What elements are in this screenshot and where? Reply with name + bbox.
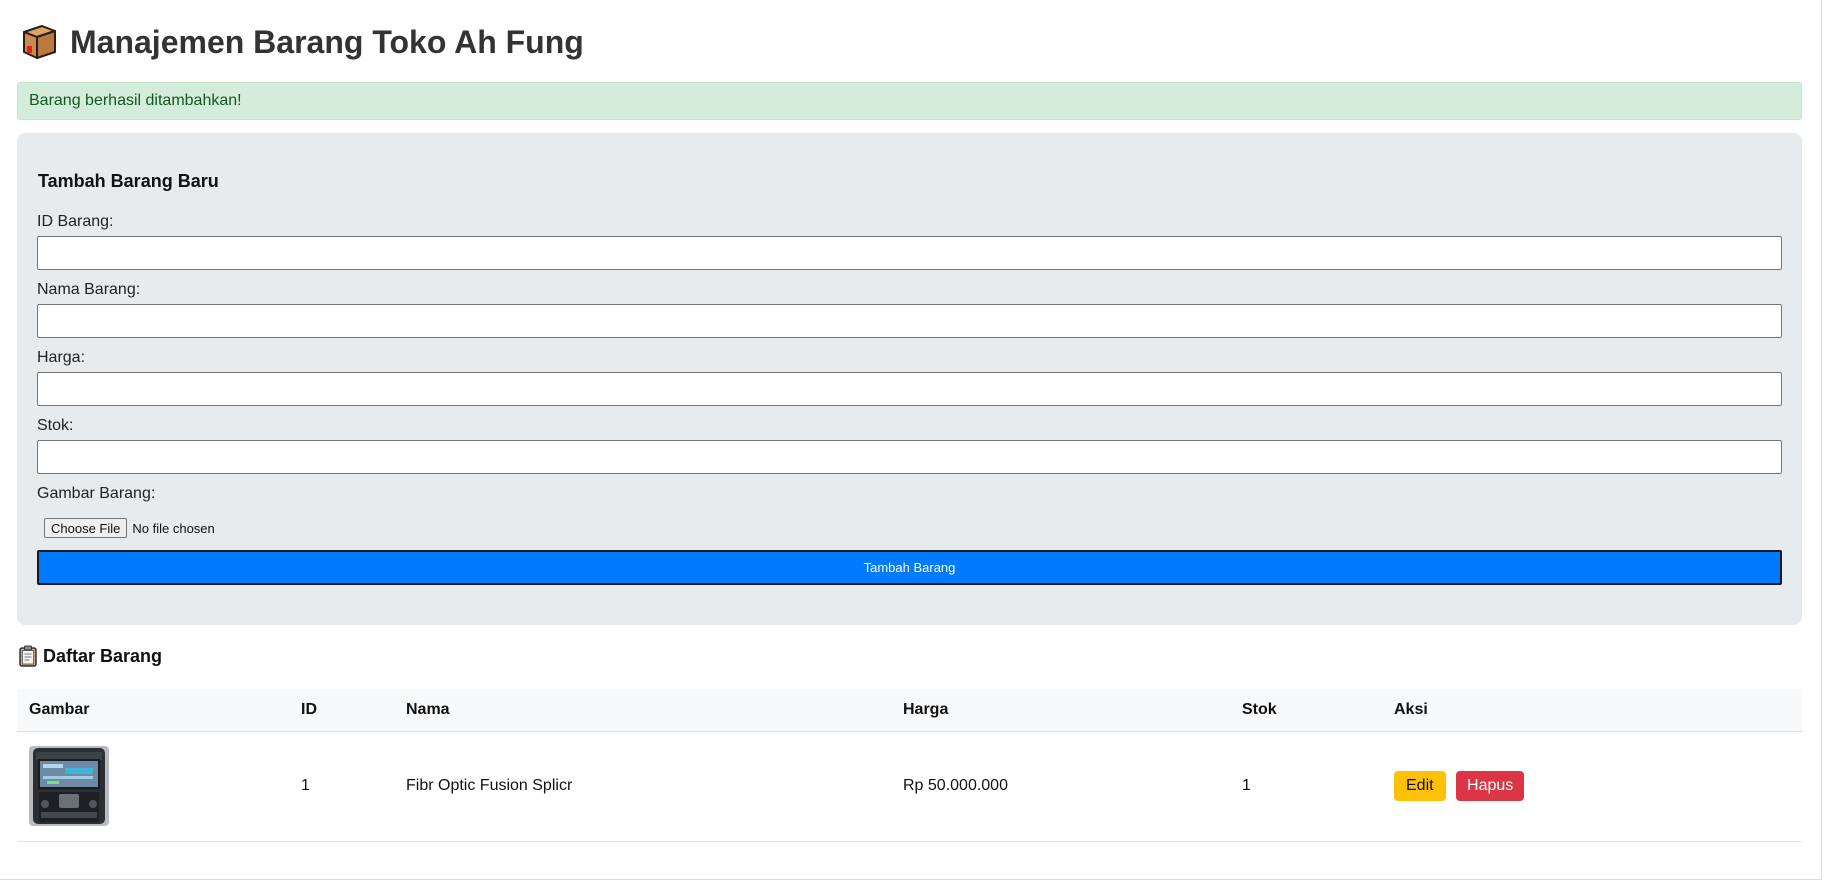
delete-button[interactable]: Hapus: [1456, 771, 1525, 801]
add-item-form: Tambah Barang Baru ID Barang: Nama Baran…: [17, 133, 1802, 625]
list-title: Daftar Barang: [43, 645, 163, 666]
id-barang-input[interactable]: [37, 236, 1782, 270]
column-header-aksi: Aksi: [1382, 689, 1802, 732]
page-header: Manajemen Barang Toko Ah Fung: [20, 20, 584, 64]
item-image-cell: [17, 731, 289, 841]
nama-barang-input[interactable]: [37, 304, 1782, 338]
clipboard-icon: [19, 645, 37, 667]
page-title: Manajemen Barang Toko Ah Fung: [70, 23, 584, 60]
price-field-label: Harga:: [37, 349, 86, 366]
stok-input[interactable]: [37, 440, 1782, 474]
item-actions: Edit Hapus: [1382, 731, 1802, 841]
column-header-gambar: Gambar: [17, 689, 289, 732]
item-id: 1: [301, 777, 310, 794]
file-picker: Choose File No file chosen: [44, 517, 215, 539]
package-box-icon: [23, 25, 56, 59]
file-status: No file chosen: [132, 520, 215, 536]
form-title: Tambah Barang Baru: [38, 171, 219, 191]
success-alert: Barang berhasil ditambahkan!: [17, 82, 1802, 120]
edit-button[interactable]: Edit: [1394, 771, 1446, 801]
column-header-id: ID: [289, 689, 394, 732]
items-table: Gambar ID Nama Harga Stok Aksi 1 Fibr Op…: [17, 689, 1802, 842]
name-field-label: Nama Barang:: [37, 281, 141, 298]
column-header-harga: Harga: [891, 689, 1230, 732]
choose-file-button[interactable]: Choose File: [44, 518, 128, 538]
item-name: Fibr Optic Fusion Splicr: [406, 777, 573, 794]
column-header-stok: Stok: [1230, 689, 1382, 732]
item-stock: 1: [1242, 777, 1251, 794]
column-header-nama: Nama: [394, 689, 891, 732]
table-header-row: Gambar ID Nama Harga Stok Aksi: [17, 689, 1802, 732]
table-row: 1 Fibr Optic Fusion Splicr Rp 50.000.000…: [17, 731, 1802, 841]
id-field-label: ID Barang:: [37, 213, 114, 230]
item-thumbnail: [29, 746, 109, 826]
page: Manajemen Barang Toko Ah Fung Barang ber…: [0, 0, 1822, 880]
list-header: Daftar Barang: [18, 645, 162, 667]
item-price: Rp 50.000.000: [903, 777, 1008, 794]
image-field-label: Gambar Barang:: [37, 485, 156, 502]
harga-input[interactable]: [37, 372, 1782, 406]
stock-field-label: Stok:: [37, 417, 74, 434]
add-item-button[interactable]: Tambah Barang: [37, 550, 1782, 585]
